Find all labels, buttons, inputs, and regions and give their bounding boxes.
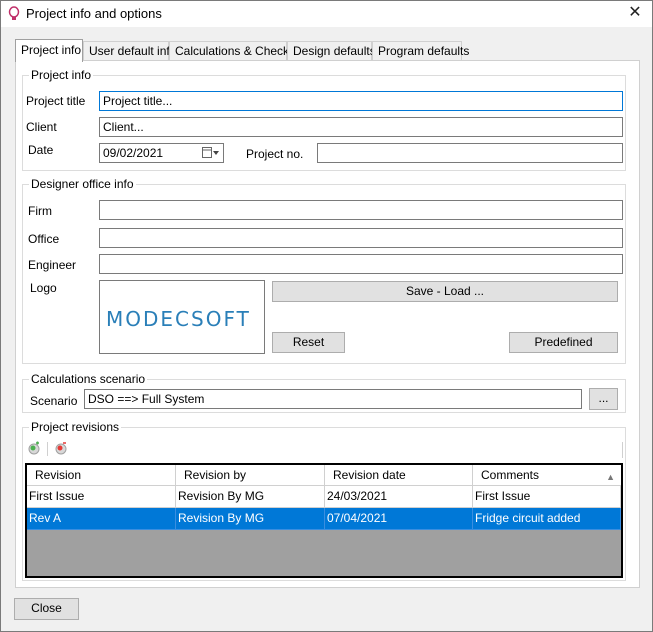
grid-header: Revision Revision by Revision date Comme… (27, 465, 621, 486)
comments-cell: Fridge circuit added (473, 508, 621, 530)
revision-cell: First Issue (27, 486, 176, 508)
designer-office-legend: Designer office info (29, 177, 136, 191)
tab-calculations-checks[interactable]: Calculations & Checks (169, 41, 295, 61)
table-row[interactable]: First Issue Revision By MG 24/03/2021 Fi… (27, 486, 621, 508)
dialog-window: Project info and options ✕ Project info … (0, 0, 653, 632)
close-button[interactable]: Close (14, 598, 79, 620)
toolbar-end-separator (622, 442, 623, 458)
company-logo: MODECSOFT (106, 307, 251, 331)
revisions-grid[interactable]: Revision Revision by Revision date Comme… (25, 463, 623, 578)
toolbar-separator (47, 442, 48, 456)
revision-by-cell: Revision By MG (176, 508, 325, 530)
project-no-label: Project no. (246, 147, 304, 161)
scenario-label: Scenario (30, 394, 78, 408)
project-title-label: Project title (26, 94, 86, 108)
delete-revision-icon[interactable] (54, 440, 70, 456)
window-title: Project info and options (26, 6, 162, 21)
column-header-revision-date[interactable]: Revision date (325, 465, 473, 486)
column-header-comments-label: Comments (481, 468, 540, 482)
column-header-comments[interactable]: Comments ▲ (473, 465, 621, 486)
save-load-button[interactable]: Save - Load ... (272, 281, 618, 302)
tab-project-info[interactable]: Project info (15, 39, 83, 62)
logo-image-box[interactable]: MODECSOFT (99, 280, 265, 354)
revision-cell: Rev A (27, 508, 176, 530)
project-revisions-legend: Project revisions (29, 420, 122, 434)
date-picker[interactable]: 09/02/2021 (99, 143, 224, 163)
scenario-input[interactable]: DSO ==> Full System (84, 389, 582, 409)
date-value: 09/02/2021 (103, 146, 164, 160)
close-icon[interactable]: ✕ (626, 4, 644, 22)
comments-cell: First Issue (473, 486, 621, 508)
column-header-revision-by[interactable]: Revision by (176, 465, 325, 486)
project-title-input[interactable]: Project title... (99, 91, 623, 111)
client-input[interactable]: Client... (99, 117, 623, 137)
tab-page-project-info: Project info Project title Project title… (15, 60, 640, 588)
office-label: Office (28, 232, 60, 246)
firm-input[interactable] (99, 200, 623, 220)
tab-program-defaults[interactable]: Program defaults (372, 41, 469, 61)
revision-by-cell: Revision By MG (176, 486, 325, 508)
column-header-revision[interactable]: Revision (27, 465, 176, 486)
logo-label: Logo (30, 281, 57, 295)
calendar-dropdown-icon[interactable] (202, 147, 220, 159)
reset-button[interactable]: Reset (272, 332, 345, 353)
lightbulb-icon (7, 6, 21, 22)
sort-ascending-icon: ▲ (606, 472, 615, 482)
project-info-legend: Project info (29, 68, 94, 82)
engineer-label: Engineer (28, 258, 77, 272)
engineer-input[interactable] (99, 254, 623, 274)
date-label: Date (28, 143, 54, 157)
firm-label: Firm (28, 204, 52, 218)
client-label: Client (26, 120, 57, 134)
project-no-input[interactable] (317, 143, 623, 163)
table-row-selected[interactable]: Rev A Revision By MG 07/04/2021 Fridge c… (27, 508, 621, 530)
title-bar[interactable]: Project info and options ✕ (1, 1, 652, 27)
scenario-browse-button[interactable]: ... (589, 388, 618, 410)
tab-user-default-info[interactable]: User default info (83, 41, 176, 61)
calculations-scenario-legend: Calculations scenario (29, 372, 148, 386)
add-revision-icon[interactable] (27, 440, 43, 456)
office-input[interactable] (99, 228, 623, 248)
revision-date-cell: 24/03/2021 (325, 486, 473, 508)
predefined-button[interactable]: Predefined (509, 332, 618, 353)
revision-date-cell: 07/04/2021 (325, 508, 473, 530)
tab-design-defaults[interactable]: Design defaults (287, 41, 376, 61)
